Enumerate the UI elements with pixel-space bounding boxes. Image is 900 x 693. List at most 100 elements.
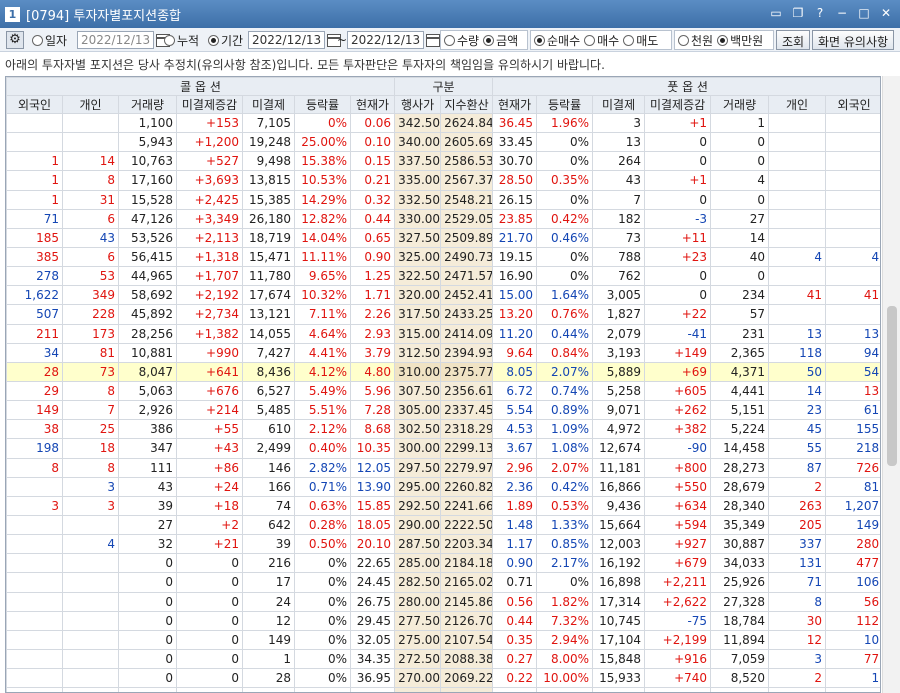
table-cell: 155 xyxy=(825,419,880,440)
table-row[interactable]: 198 18 347 +43 2,499 0.40% 10.35 300.00 2299.13 3… xyxy=(6,438,880,459)
radio-buy[interactable] xyxy=(584,34,596,46)
table-row[interactable]: 8 8 111 +86 146 2.82% 12.05 297.50 2279.97 2.96 2.… xyxy=(6,457,880,478)
table-cell: 264 xyxy=(592,151,646,172)
table-row[interactable]: 1,100 +153 7,105 0% 0.06 342.50 2624.84 36.45 1.… xyxy=(6,112,880,134)
vertical-scrollbar[interactable] xyxy=(882,76,900,693)
radio-thousand-won[interactable] xyxy=(678,34,689,46)
table-cell: 13 xyxy=(768,323,827,344)
table-cell xyxy=(768,132,827,153)
period-from-input[interactable]: 2022/12/13 xyxy=(248,31,326,49)
scrollbar-thumb[interactable] xyxy=(887,306,897,466)
table-cell: 24 xyxy=(242,591,295,612)
radio-quantity[interactable] xyxy=(444,34,455,46)
table-cell: 28.50 xyxy=(492,170,538,191)
table-row[interactable]: 507 228 45,892 +2,734 13,121 7.11% 2.26 317.50 2… xyxy=(6,304,880,325)
screen-notice-button[interactable]: 화면 유의사항 xyxy=(812,30,895,50)
table-row[interactable]: 3 43 +24 166 0.71% 13.90 295.00 2260.82 2.36 0.42… xyxy=(6,476,880,497)
date-input[interactable]: 2022/12/13 xyxy=(77,31,155,49)
table-cell: 15.85 xyxy=(349,495,396,516)
table-cell: 25 xyxy=(62,419,119,440)
screen-icon[interactable]: ▭ xyxy=(768,5,784,21)
table-row[interactable]: 29 8 5,063 +676 6,527 5.49% 5.96 307.50 2356.61 6… xyxy=(6,380,880,402)
table-cell: 788 xyxy=(592,246,646,268)
help-icon[interactable]: ? xyxy=(812,5,828,21)
table-row[interactable]: 28 73 8,047 +641 8,436 4.12% 4.80 310.00 2375.77… xyxy=(6,361,880,382)
table-row[interactable]: 278 53 44,965 +1,707 11,780 9.65% 1.25 322.50 24… xyxy=(6,266,880,287)
table-cell: 1.08% xyxy=(536,438,594,459)
table-cell: 4,371 xyxy=(710,361,770,382)
settings-button[interactable]: ⚙ xyxy=(6,30,24,50)
table-cell: 2452.41 xyxy=(440,285,494,306)
gear-icon[interactable]: ⚙ xyxy=(6,31,24,49)
table-row[interactable]: 0 0 216 0% 22.65 285.00 2184.18 0.90 2.17% 16,192… xyxy=(6,553,880,574)
radio-date-circle[interactable] xyxy=(32,34,43,46)
table-row[interactable]: 385 6 56,415 +1,318 15,471 11.11% 0.90 325.00 24… xyxy=(6,246,880,268)
table-cell xyxy=(62,629,119,650)
table-cell: 27 xyxy=(118,514,177,536)
table-cell: 13.90 xyxy=(349,476,396,497)
table-cell: 0.50% xyxy=(294,534,351,555)
table-row[interactable]: 4 32 +21 39 0.50% 20.10 287.50 2203.34 1.17 0.85%… xyxy=(6,534,880,555)
table-cell: 36.95 xyxy=(349,668,396,689)
table-cell: 4.53 xyxy=(492,419,538,440)
copy-window-icon[interactable]: ❐ xyxy=(790,5,806,21)
table-cell: 305.00 xyxy=(394,400,442,421)
table-row[interactable]: 211 173 28,256 +1,382 14,055 4.64% 2.93 315.00 2… xyxy=(6,323,880,344)
radio-date[interactable]: 일자 xyxy=(32,30,67,50)
radio-sell[interactable] xyxy=(623,34,635,46)
radio-net-buy[interactable] xyxy=(534,34,545,46)
table-cell: 322.50 xyxy=(394,266,442,287)
table-row[interactable]: 0 0 1 0% 34.35 272.50 2088.38 0.27 8.00% 15,848 +9… xyxy=(6,648,880,670)
table-cell: 112 xyxy=(825,610,880,631)
radio-amount[interactable] xyxy=(483,34,495,46)
period-from-field[interactable]: 2022/12/13 xyxy=(248,30,342,50)
close-icon[interactable]: ✕ xyxy=(878,5,894,21)
table-cell: 45 xyxy=(768,419,827,440)
calendar-icon[interactable] xyxy=(426,33,441,47)
table-row[interactable]: 1,622 349 58,692 +2,192 17,674 10.32% 1.71 320.… xyxy=(6,285,880,306)
table-cell: 0.40% xyxy=(294,438,351,459)
investor-position-table[interactable]: 콜 옵 션 구분 풋 옵 션 외국인 개인 거래량 미결제증감 미결제 등락률 현재가 행사가… xyxy=(5,76,881,693)
table-row[interactable]: 0 0 17 0% 24.45 282.50 2165.02 0.71 0% 16,898 +2,2… xyxy=(6,572,880,593)
table-cell: 385 xyxy=(6,246,63,268)
radio-million-won[interactable] xyxy=(717,34,729,46)
table-cell: 5,889 xyxy=(592,361,646,382)
table-cell: 234 xyxy=(710,285,770,306)
table-row[interactable]: 34 81 10,881 +990 7,427 4.41% 3.79 312.50 2394.9… xyxy=(6,342,880,363)
table-cell: 4,596 xyxy=(592,687,646,692)
radio-cumulative[interactable] xyxy=(164,34,175,46)
table-row[interactable]: 1 31 15,528 +2,425 15,385 14.29% 0.32 332.50 254… xyxy=(6,189,880,210)
table-cell: 149 xyxy=(242,629,295,650)
table-cell: 7 xyxy=(592,189,646,210)
table-row[interactable]: 1 14 10,763 +527 9,498 15.38% 0.15 337.50 2586.5… xyxy=(6,151,880,172)
table-row[interactable]: 0 0 24 0% 26.75 280.00 2145.86 0.56 1.82% 17,314 +… xyxy=(6,591,880,612)
date-field[interactable]: 2022/12/13 xyxy=(77,30,171,50)
table-row[interactable]: 0 0 28 0% 36.95 270.00 2069.22 0.22 10.00% 15,933… xyxy=(6,668,880,689)
table-row[interactable]: 71 6 47,126 +3,349 26,180 12.82% 0.44 330.00 252… xyxy=(6,208,880,229)
table-cell: 0% xyxy=(294,648,351,670)
table-cell: 1.48 xyxy=(492,514,538,536)
period-to-field[interactable]: 2022/12/13 xyxy=(347,30,441,50)
table-row[interactable]: 0050%39.15267.502050.060.185.88%4,596-88… xyxy=(6,687,880,692)
query-button[interactable]: 조회 xyxy=(776,30,811,50)
table-cell: 0% xyxy=(294,553,351,574)
table-cell: 17,160 xyxy=(118,170,177,191)
table-row[interactable]: 5,943 +1,200 19,248 25.00% 0.10 340.00 2605.69… xyxy=(6,132,880,153)
table-row[interactable]: 3 3 39 +18 74 0.63% 15.85 292.50 2241.66 1.89 0.53… xyxy=(6,495,880,516)
table-cell: 10.53% xyxy=(294,170,351,191)
maximize-icon[interactable]: □ xyxy=(856,5,872,21)
radio-period[interactable] xyxy=(208,34,219,46)
table-row[interactable]: 1 8 17,160 +3,693 13,815 10.53% 0.21 335.00 2567… xyxy=(6,170,880,191)
table-row[interactable]: 38 25 386 +55 610 2.12% 8.68 302.50 2318.29 4.53 1… xyxy=(6,419,880,440)
table-row[interactable]: 27 +2 642 0.28% 18.05 290.00 2222.50 1.48 1.33% 1… xyxy=(6,514,880,536)
table-cell: 1 xyxy=(6,170,63,191)
table-cell: 0.53% xyxy=(536,495,594,516)
minimize-icon[interactable]: − xyxy=(834,5,850,21)
table-cell: +2,199 xyxy=(644,629,712,650)
table-row[interactable]: 0 0 12 0% 29.45 277.50 2126.70 0.44 7.32% 10,745-… xyxy=(6,610,880,631)
table-row[interactable]: 0 0 149 0% 32.05 275.00 2107.54 0.35 2.94% 17,104… xyxy=(6,629,880,650)
period-to-input[interactable]: 2022/12/13 xyxy=(347,31,425,49)
table-row[interactable]: 185 43 53,526 +2,113 18,719 14.04% 0.65 327.50 2… xyxy=(6,227,880,248)
table-row[interactable]: 149 7 2,926 +214 5,485 5.51% 7.28 305.00 2337.45… xyxy=(6,400,880,421)
table-cell: +86 xyxy=(176,457,243,478)
